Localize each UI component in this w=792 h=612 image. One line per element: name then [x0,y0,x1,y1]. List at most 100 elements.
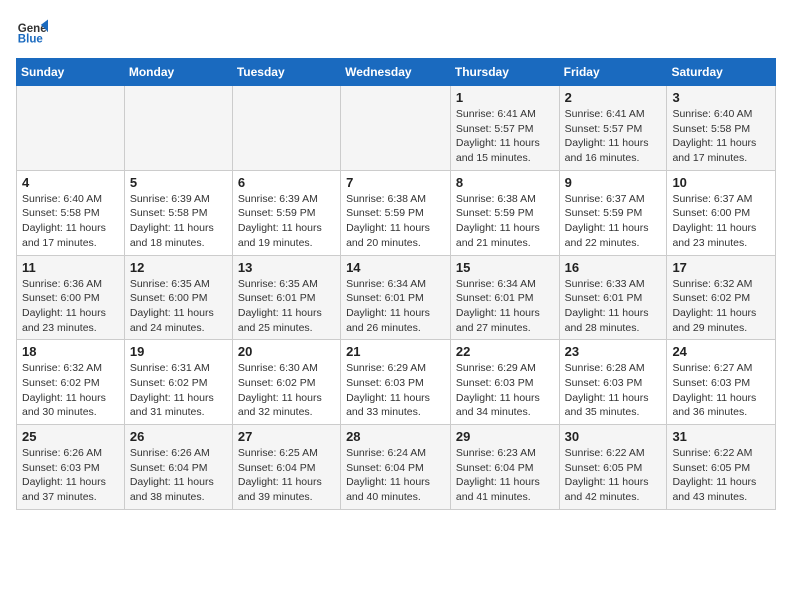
calendar-cell [17,86,125,171]
day-number: 30 [565,429,662,444]
day-number: 23 [565,344,662,359]
calendar-cell: 13 Sunrise: 6:35 AM Sunset: 6:01 PM Dayli… [232,255,340,340]
calendar-cell: 7Sunrise: 6:38 AM Sunset: 5:59 PM Daylig… [341,170,451,255]
day-number: 4 [22,175,119,190]
day-info: Sunrise: 6:31 AM Sunset: 6:02 PM Dayligh… [130,361,227,420]
day-number: 21 [346,344,445,359]
calendar-cell [124,86,232,171]
calendar-cell [232,86,340,171]
day-number: 1 [456,90,554,105]
calendar-cell: 16Sunrise: 6:33 AM Sunset: 6:01 PM Dayli… [559,255,667,340]
logo-icon: General Blue [16,16,48,48]
day-number: 2 [565,90,662,105]
calendar-header-row: SundayMondayTuesdayWednesdayThursdayFrid… [17,59,776,86]
day-info: Sunrise: 6:41 AM Sunset: 5:57 PM Dayligh… [565,107,662,166]
day-number: 19 [130,344,227,359]
day-number: 15 [456,260,554,275]
calendar-cell: 11 Sunrise: 6:36 AM Sunset: 6:00 PM Dayli… [17,255,125,340]
day-number: 20 [238,344,335,359]
day-info: Sunrise: 6:35 AM Sunset: 6:00 PM Dayligh… [130,277,227,336]
day-number: 18 [22,344,119,359]
header-monday: Monday [124,59,232,86]
day-info: Sunrise: 6:22 AM Sunset: 6:05 PM Dayligh… [565,446,662,505]
header-thursday: Thursday [450,59,559,86]
calendar-cell: 8 Sunrise: 6:38 AM Sunset: 5:59 PM Daylig… [450,170,559,255]
day-info: Sunrise: 6:34 AM Sunset: 6:01 PM Dayligh… [346,277,445,336]
day-number: 26 [130,429,227,444]
day-info: Sunrise: 6:30 AM Sunset: 6:02 PM Dayligh… [238,361,335,420]
calendar-cell: 14 Sunrise: 6:34 AM Sunset: 6:01 PM Dayli… [341,255,451,340]
calendar-cell: 22 Sunrise: 6:29 AM Sunset: 6:03 PM Dayli… [450,340,559,425]
calendar-cell: 29 Sunrise: 6:23 AM Sunset: 6:04 PM Dayli… [450,425,559,510]
day-number: 24 [672,344,770,359]
day-info: Sunrise: 6:29 AM Sunset: 6:03 PM Dayligh… [346,361,445,420]
header-friday: Friday [559,59,667,86]
calendar-week-4: 18 Sunrise: 6:32 AM Sunset: 6:02 PM Dayli… [17,340,776,425]
day-info: Sunrise: 6:25 AM Sunset: 6:04 PM Dayligh… [238,446,335,505]
calendar-week-1: 1 Sunrise: 6:41 AM Sunset: 5:57 PM Daylig… [17,86,776,171]
calendar-cell: 23Sunrise: 6:28 AM Sunset: 6:03 PM Dayli… [559,340,667,425]
header-saturday: Saturday [667,59,776,86]
day-info: Sunrise: 6:38 AM Sunset: 5:59 PM Dayligh… [456,192,554,251]
day-info: Sunrise: 6:33 AM Sunset: 6:01 PM Dayligh… [565,277,662,336]
day-number: 5 [130,175,227,190]
calendar-week-2: 4 Sunrise: 6:40 AM Sunset: 5:58 PM Daylig… [17,170,776,255]
day-number: 3 [672,90,770,105]
calendar-cell: 28 Sunrise: 6:24 AM Sunset: 6:04 PM Dayli… [341,425,451,510]
day-number: 31 [672,429,770,444]
day-info: Sunrise: 6:37 AM Sunset: 5:59 PM Dayligh… [565,192,662,251]
day-info: Sunrise: 6:23 AM Sunset: 6:04 PM Dayligh… [456,446,554,505]
day-number: 10 [672,175,770,190]
calendar-cell: 26 Sunrise: 6:26 AM Sunset: 6:04 PM Dayli… [124,425,232,510]
calendar-cell: 31Sunrise: 6:22 AM Sunset: 6:05 PM Dayli… [667,425,776,510]
calendar-cell: 3 Sunrise: 6:40 AM Sunset: 5:58 PM Daylig… [667,86,776,171]
day-info: Sunrise: 6:32 AM Sunset: 6:02 PM Dayligh… [22,361,119,420]
day-number: 27 [238,429,335,444]
calendar-cell: 21 Sunrise: 6:29 AM Sunset: 6:03 PM Dayli… [341,340,451,425]
calendar-cell: 18 Sunrise: 6:32 AM Sunset: 6:02 PM Dayli… [17,340,125,425]
day-number: 12 [130,260,227,275]
day-info: Sunrise: 6:38 AM Sunset: 5:59 PM Dayligh… [346,192,445,251]
day-info: Sunrise: 6:29 AM Sunset: 6:03 PM Dayligh… [456,361,554,420]
calendar-cell [341,86,451,171]
calendar-cell: 12 Sunrise: 6:35 AM Sunset: 6:00 PM Dayli… [124,255,232,340]
day-number: 22 [456,344,554,359]
calendar-cell: 30 Sunrise: 6:22 AM Sunset: 6:05 PM Dayli… [559,425,667,510]
day-number: 25 [22,429,119,444]
calendar-cell: 2 Sunrise: 6:41 AM Sunset: 5:57 PM Daylig… [559,86,667,171]
calendar-cell: 10Sunrise: 6:37 AM Sunset: 6:00 PM Dayli… [667,170,776,255]
svg-text:Blue: Blue [18,34,44,46]
day-number: 9 [565,175,662,190]
day-info: Sunrise: 6:40 AM Sunset: 5:58 PM Dayligh… [22,192,119,251]
calendar-cell: 1 Sunrise: 6:41 AM Sunset: 5:57 PM Daylig… [450,86,559,171]
calendar-cell: 24Sunrise: 6:27 AM Sunset: 6:03 PM Dayli… [667,340,776,425]
day-info: Sunrise: 6:39 AM Sunset: 5:58 PM Dayligh… [130,192,227,251]
day-info: Sunrise: 6:24 AM Sunset: 6:04 PM Dayligh… [346,446,445,505]
day-info: Sunrise: 6:32 AM Sunset: 6:02 PM Dayligh… [672,277,770,336]
day-info: Sunrise: 6:40 AM Sunset: 5:58 PM Dayligh… [672,107,770,166]
day-number: 28 [346,429,445,444]
calendar-cell: 20 Sunrise: 6:30 AM Sunset: 6:02 PM Dayli… [232,340,340,425]
day-number: 29 [456,429,554,444]
day-number: 13 [238,260,335,275]
header-wednesday: Wednesday [341,59,451,86]
day-number: 17 [672,260,770,275]
day-info: Sunrise: 6:34 AM Sunset: 6:01 PM Dayligh… [456,277,554,336]
day-info: Sunrise: 6:36 AM Sunset: 6:00 PM Dayligh… [22,277,119,336]
calendar-cell: 6Sunrise: 6:39 AM Sunset: 5:59 PM Daylig… [232,170,340,255]
day-number: 14 [346,260,445,275]
calendar-week-3: 11 Sunrise: 6:36 AM Sunset: 6:00 PM Dayli… [17,255,776,340]
day-number: 8 [456,175,554,190]
calendar-cell: 5 Sunrise: 6:39 AM Sunset: 5:58 PM Daylig… [124,170,232,255]
day-info: Sunrise: 6:41 AM Sunset: 5:57 PM Dayligh… [456,107,554,166]
calendar-cell: 19 Sunrise: 6:31 AM Sunset: 6:02 PM Dayli… [124,340,232,425]
day-info: Sunrise: 6:26 AM Sunset: 6:04 PM Dayligh… [130,446,227,505]
calendar-cell: 15 Sunrise: 6:34 AM Sunset: 6:01 PM Dayli… [450,255,559,340]
calendar-cell: 9 Sunrise: 6:37 AM Sunset: 5:59 PM Daylig… [559,170,667,255]
calendar-cell: 4 Sunrise: 6:40 AM Sunset: 5:58 PM Daylig… [17,170,125,255]
logo: General Blue [16,16,52,48]
day-info: Sunrise: 6:35 AM Sunset: 6:01 PM Dayligh… [238,277,335,336]
calendar-week-5: 25Sunrise: 6:26 AM Sunset: 6:03 PM Dayli… [17,425,776,510]
calendar-cell: 27 Sunrise: 6:25 AM Sunset: 6:04 PM Dayli… [232,425,340,510]
day-number: 11 [22,260,119,275]
